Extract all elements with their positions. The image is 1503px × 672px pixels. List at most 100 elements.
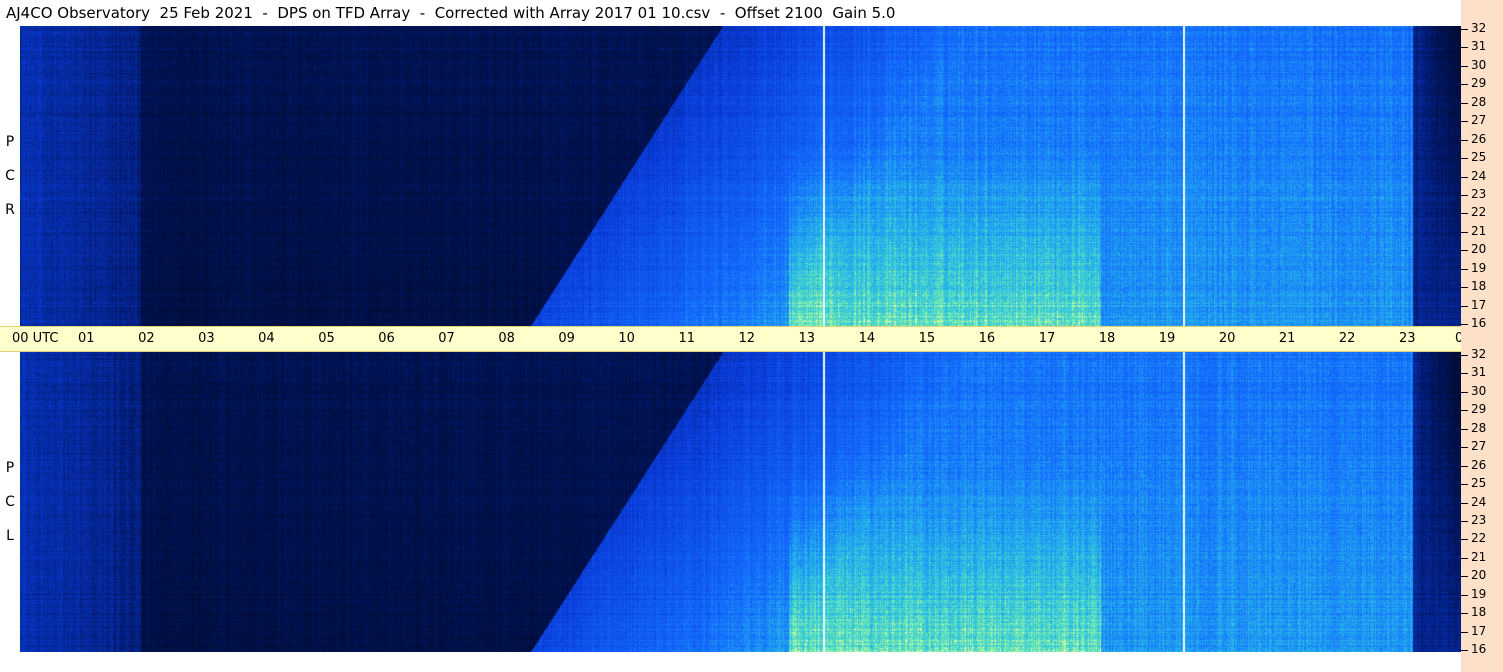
freq-tick-label: 29	[1471, 402, 1487, 417]
freq-tick-label: 24	[1471, 168, 1487, 183]
freq-tick-label: 23	[1471, 186, 1487, 201]
bottom-margin	[0, 652, 1461, 672]
time-tick-label: 03	[198, 331, 215, 346]
freq-tick-mark	[1461, 631, 1468, 633]
freq-tick-label: 25	[1471, 476, 1487, 491]
freq-tick-label: 28	[1471, 94, 1487, 109]
bottom-pol-letter-2: C	[5, 494, 15, 510]
freq-tick-label: 19	[1471, 586, 1487, 601]
time-tick-label: 14	[858, 331, 876, 346]
time-tick-label: 22	[1338, 331, 1356, 346]
freq-tick-mark	[1461, 594, 1468, 596]
freq-tick-mark	[1461, 373, 1468, 375]
time-tick-label: 04	[258, 331, 275, 346]
freq-tick-mark	[1461, 324, 1468, 325]
freq-tick-label: 22	[1471, 531, 1487, 546]
freq-tick-label: 19	[1471, 260, 1487, 275]
time-tick-label: 11	[678, 331, 695, 346]
freq-tick-label: 21	[1471, 223, 1487, 238]
frequency-axis: 32 31 30 29 28 27 26 25 24 23 22 21 20 19 18 17 16 32 31 30…	[1461, 0, 1503, 672]
freq-tick-label: 21	[1471, 549, 1487, 564]
time-tick-label: 19	[1158, 331, 1176, 346]
bottom-pol-letter-3: L	[6, 528, 14, 544]
time-tick-label: 09	[558, 331, 575, 346]
freq-tick-label: 31	[1471, 39, 1487, 54]
top-pol-letter-2: C	[5, 168, 15, 184]
freq-tick-label: 27	[1471, 113, 1487, 128]
freq-tick-mark	[1461, 250, 1468, 252]
freq-tick-mark	[1461, 502, 1468, 504]
time-tick-label: 07	[438, 331, 455, 346]
freq-tick-mark	[1461, 102, 1468, 104]
freq-tick-mark	[1461, 410, 1468, 412]
freq-tick-label: 26	[1471, 457, 1487, 472]
freq-tick-label: 26	[1471, 131, 1487, 146]
freq-tick-label: 32	[1471, 21, 1487, 35]
freq-tick-mark	[1461, 391, 1468, 393]
freq-tick-label: 25	[1471, 150, 1487, 165]
freq-tick-label: 30	[1471, 57, 1487, 72]
chart-title: AJ4CO Observatory 25 Feb 2021 - DPS on T…	[0, 0, 1461, 26]
freq-tick-label: 30	[1471, 383, 1487, 398]
freq-tick-mark	[1461, 428, 1468, 430]
time-tick-label: 00 UTC	[12, 331, 59, 346]
freq-tick-label: 24	[1471, 494, 1487, 509]
freq-tick-mark	[1461, 121, 1468, 123]
freq-tick-mark	[1461, 650, 1468, 651]
rcp-spectrogram	[20, 26, 1461, 326]
freq-tick-mark	[1461, 139, 1468, 141]
lcp-spectrogram-panel	[20, 352, 1461, 652]
freq-tick-mark	[1461, 484, 1468, 486]
freq-tick-mark	[1461, 65, 1468, 67]
freq-tick-mark	[1461, 213, 1468, 215]
time-tick-label: 18	[1098, 331, 1116, 346]
lcp-spectrogram	[20, 352, 1461, 652]
time-tick-label: 13	[798, 331, 816, 346]
time-tick-label: 10	[618, 331, 635, 346]
time-tick-label: 16	[978, 331, 996, 346]
rcp-spectrogram-panel	[20, 26, 1461, 326]
freq-tick-mark	[1461, 176, 1468, 178]
time-tick-label: 17	[1038, 331, 1056, 346]
freq-tick-mark	[1461, 47, 1468, 49]
freq-tick-mark	[1461, 84, 1468, 86]
freq-tick-label: 27	[1471, 439, 1487, 454]
top-pol-letter-3: R	[5, 202, 15, 218]
time-tick-label: 21	[1278, 331, 1296, 346]
time-tick-label: 06	[378, 331, 395, 346]
freq-tick-label: 16	[1471, 316, 1487, 330]
freq-tick-label: 20	[1471, 242, 1487, 257]
time-tick-label: 23	[1398, 331, 1416, 346]
freq-tick-mark	[1461, 465, 1468, 467]
freq-tick-mark	[1461, 268, 1468, 270]
freq-tick-label: 23	[1471, 512, 1487, 527]
freq-tick-label: 18	[1471, 605, 1487, 620]
top-pol-letter-1: P	[5, 134, 15, 150]
freq-tick-mark	[1461, 539, 1468, 541]
freq-tick-label: 22	[1471, 205, 1487, 220]
freq-tick-label: 31	[1471, 365, 1487, 380]
freq-tick-label: 20	[1471, 568, 1487, 583]
freq-tick-label: 28	[1471, 420, 1487, 435]
freq-tick-label: 17	[1471, 623, 1487, 638]
freq-tick-mark	[1461, 231, 1468, 233]
freq-tick-mark	[1461, 520, 1468, 522]
freq-tick-label: 18	[1471, 279, 1487, 294]
time-tick-label: 05	[318, 331, 335, 346]
freq-tick-mark	[1461, 613, 1468, 615]
freq-tick-mark	[1461, 29, 1468, 30]
bottom-pol-letter-1: P	[5, 460, 15, 476]
time-tick-label: 08	[498, 331, 515, 346]
freq-tick-mark	[1461, 355, 1468, 356]
freq-tick-label: 16	[1471, 642, 1487, 656]
time-tick-label: 01	[78, 331, 95, 346]
freq-tick-mark	[1461, 576, 1468, 578]
freq-tick-mark	[1461, 557, 1468, 559]
time-tick-label: 02	[138, 331, 155, 346]
time-tick-label: 20	[1218, 331, 1236, 346]
freq-tick-mark	[1461, 194, 1468, 196]
time-tick-label: 15	[918, 331, 936, 346]
freq-tick-label: 32	[1471, 347, 1487, 361]
freq-tick-mark	[1461, 447, 1468, 449]
freq-tick-label: 29	[1471, 76, 1487, 91]
